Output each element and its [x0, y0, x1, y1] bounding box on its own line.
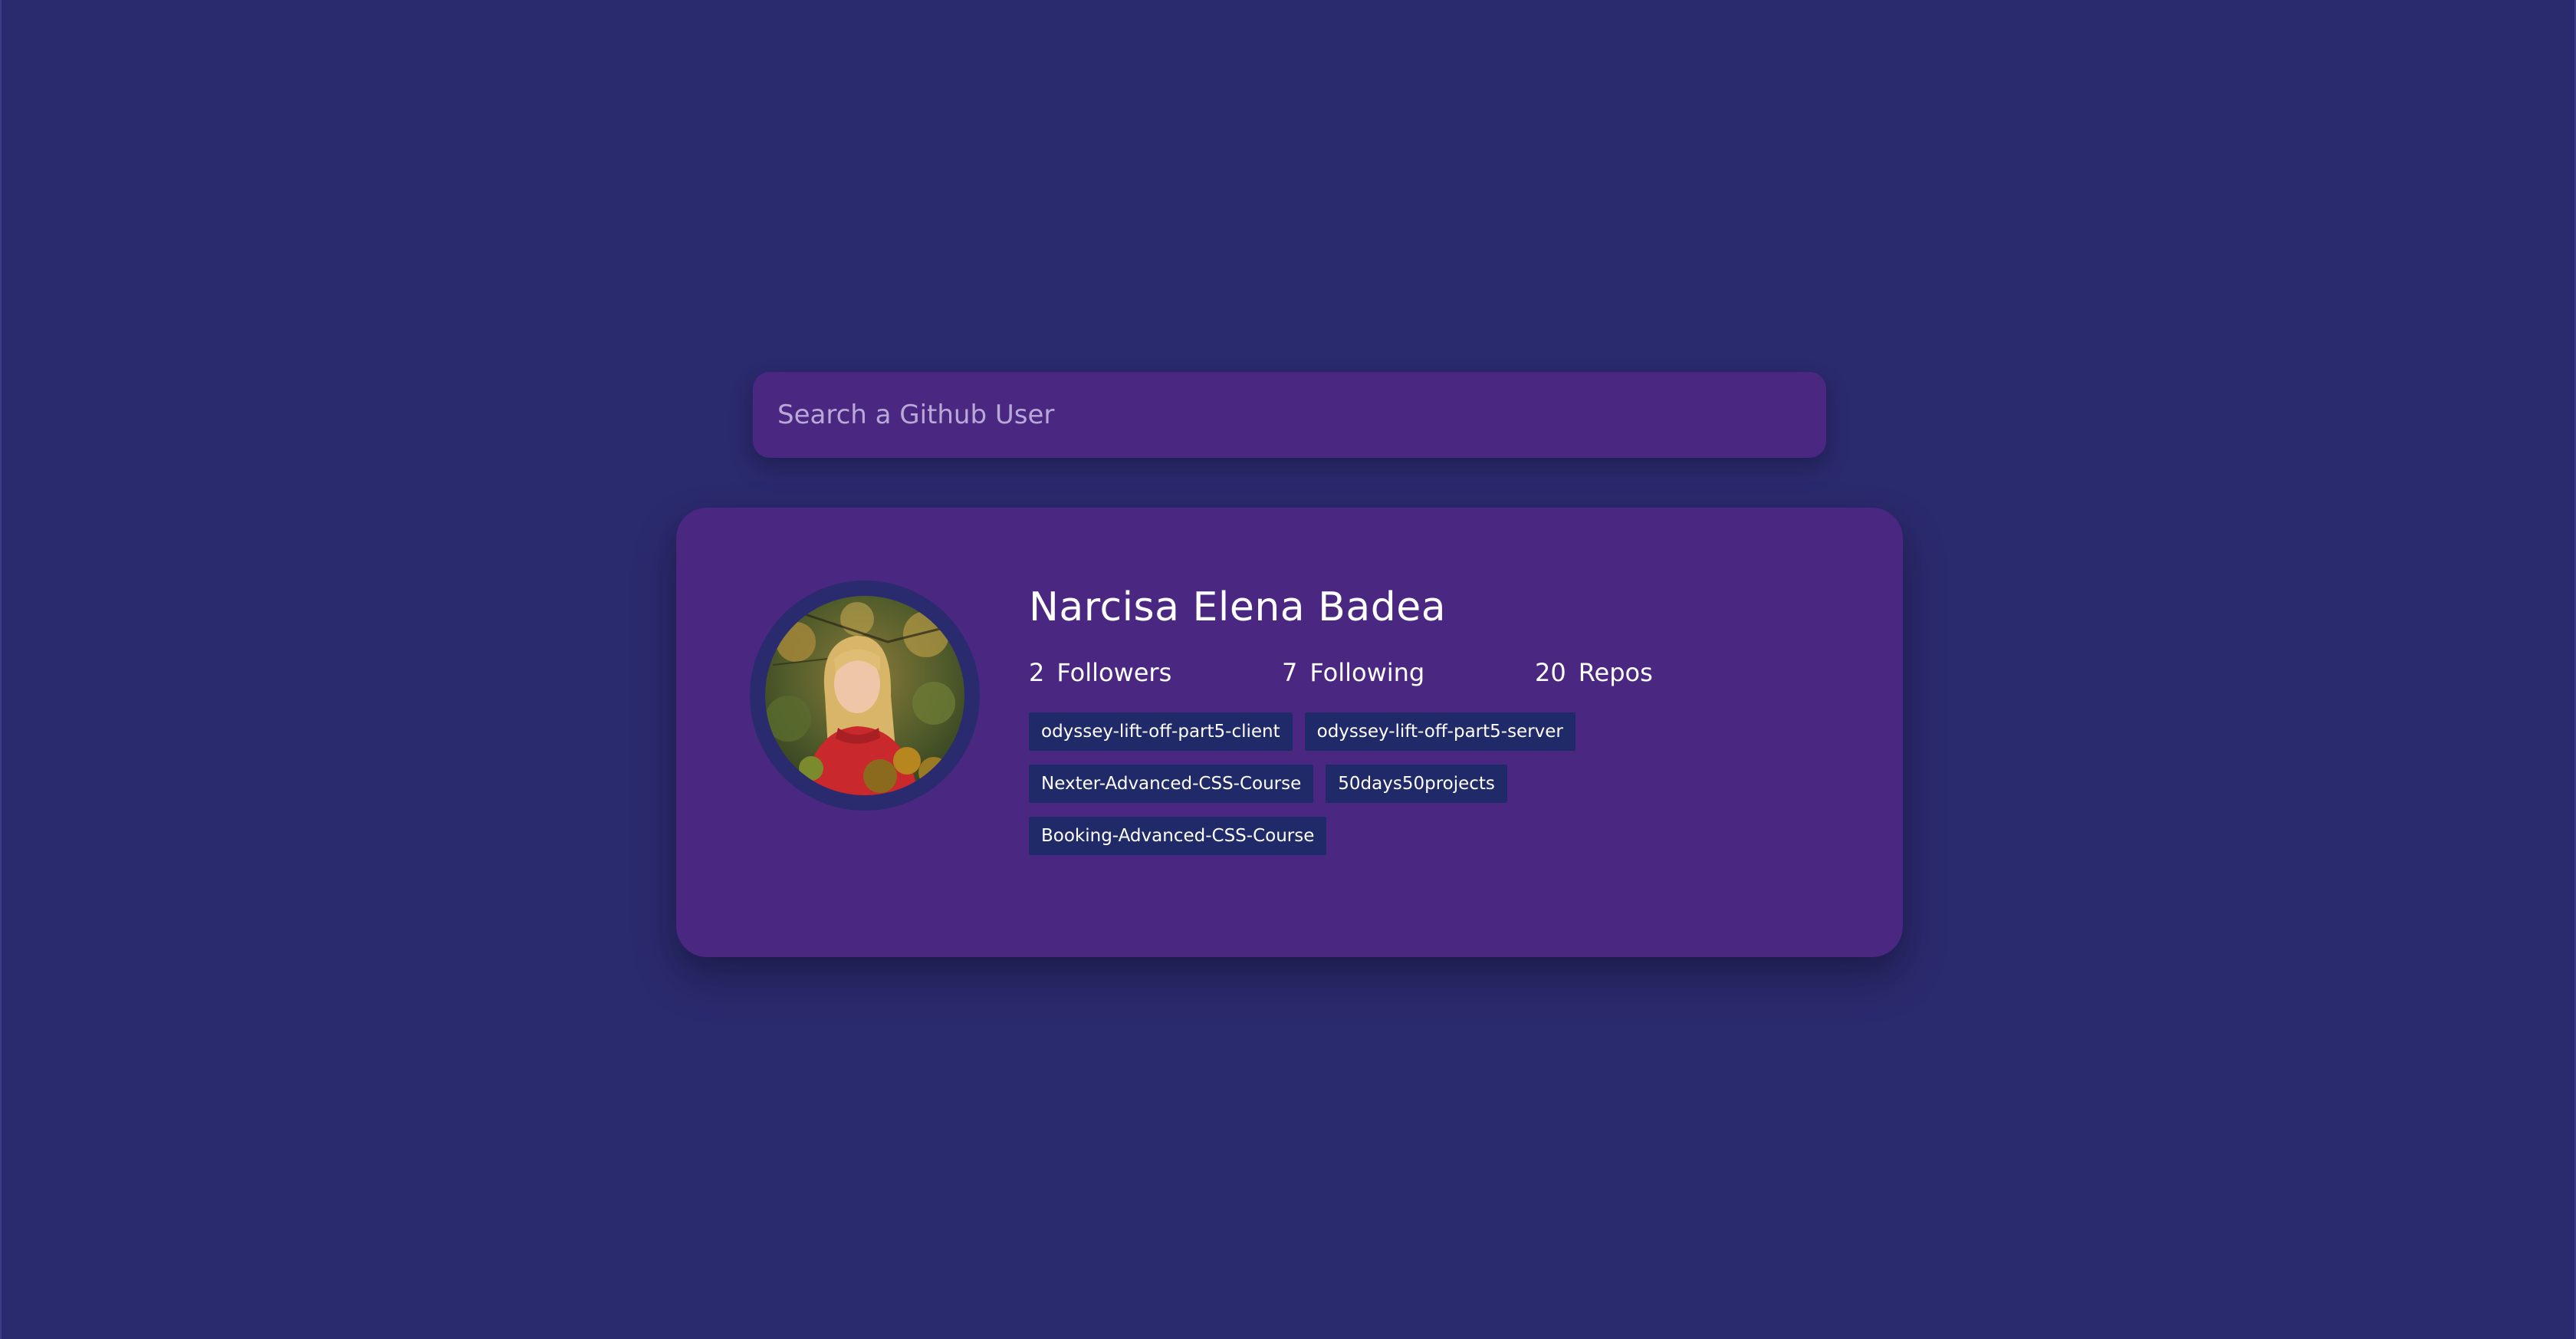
app-page: Narcisa Elena Badea 2 Followers 7 Followin… — [0, 0, 2576, 1339]
followers-count: 2 — [1029, 658, 1045, 687]
followers-label: Followers — [1056, 658, 1172, 687]
search-input[interactable] — [753, 372, 1826, 458]
repo-link[interactable]: Booking-Advanced-CSS-Course — [1029, 817, 1327, 855]
repo-link[interactable]: Nexter-Advanced-CSS-Course — [1029, 765, 1314, 803]
user-stats: 2 Followers 7 Following 20 Repos — [1029, 656, 1857, 689]
repo-link[interactable]: odyssey-lift-off-part5-server — [1304, 712, 1576, 751]
repo-link[interactable]: 50days50projects — [1326, 765, 1507, 803]
following-label: Following — [1309, 658, 1425, 687]
user-name: Narcisa Elena Badea — [1029, 584, 1447, 630]
search-form — [753, 372, 1826, 458]
repos-count: 20 — [1535, 658, 1566, 687]
stat-followers: 2 Followers — [1029, 656, 1282, 689]
user-card: Narcisa Elena Badea 2 Followers 7 Followin… — [676, 508, 1903, 957]
user-info: Narcisa Elena Badea 2 Followers 7 Followin… — [1029, 581, 1857, 869]
repo-link[interactable]: odyssey-lift-off-part5-client — [1029, 712, 1293, 751]
stat-following: 7 Following — [1282, 656, 1535, 689]
repos-label: Repos — [1578, 658, 1653, 687]
avatar — [750, 581, 980, 811]
repo-list: odyssey-lift-off-part5-client odyssey-li… — [1029, 712, 1719, 869]
following-count: 7 — [1282, 658, 1298, 687]
user-avatar-photo — [765, 596, 964, 795]
stat-repos: 20 Repos — [1535, 656, 1788, 689]
